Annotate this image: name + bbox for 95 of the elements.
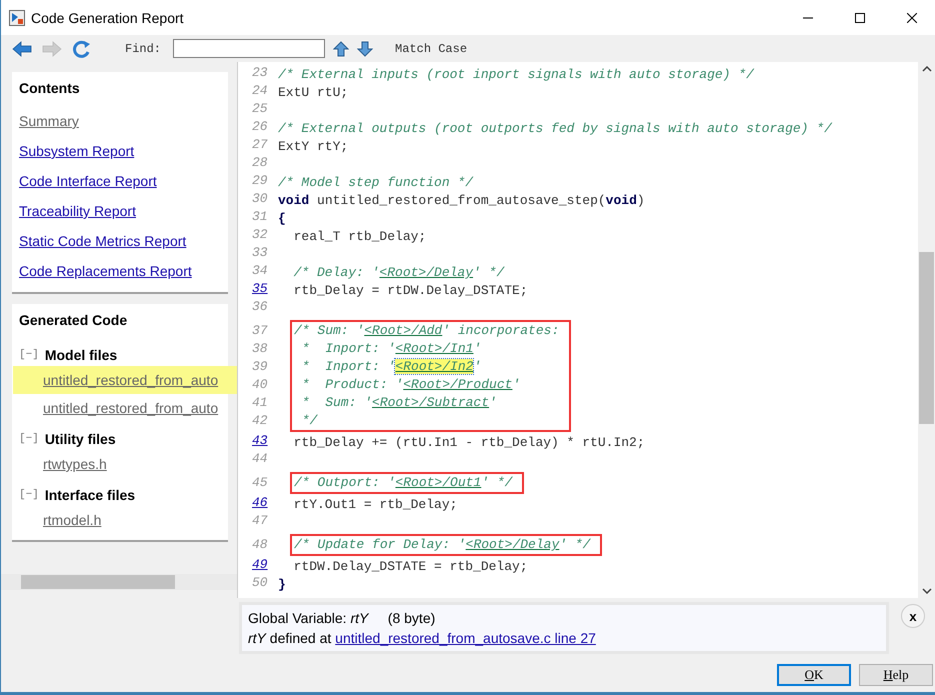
- line-number-link[interactable]: 43: [252, 432, 268, 450]
- find-label: Find:: [125, 42, 162, 56]
- code-line: * Product: '<Root>/Product': [300, 376, 520, 394]
- horizontal-scrollbar[interactable]: [1, 574, 237, 590]
- code-line: /* Sum: '<Root>/Add' incorporates:: [294, 322, 560, 340]
- collapse-toggle[interactable]: [−]: [19, 433, 39, 445]
- down-arrow-icon[interactable]: [357, 40, 374, 56]
- find-field[interactable]: [173, 39, 326, 58]
- scroll-down-icon[interactable]: [922, 588, 932, 594]
- line-number: 38: [252, 340, 268, 358]
- code-line: rtDW.Delay_DSTATE = rtb_Delay;: [292, 558, 528, 576]
- line-number: 44: [252, 450, 268, 468]
- block-link[interactable]: <Root>/In2: [395, 359, 474, 374]
- contents-link[interactable]: Static Code Metrics Report: [19, 226, 186, 256]
- code-line: * Sum: '<Root>/Subtract': [300, 394, 497, 412]
- code-line: */: [300, 412, 318, 430]
- line-number: 47: [252, 512, 268, 530]
- block-link[interactable]: <Root>/Delay: [466, 537, 560, 552]
- contents-link[interactable]: Code Replacements Report: [19, 256, 192, 286]
- line-number: 24: [252, 82, 268, 100]
- code-line: /* Outport: '<Root>/Out1' */: [294, 474, 512, 492]
- line-number: 40: [252, 376, 268, 394]
- block-link[interactable]: <Root>/Delay: [379, 265, 474, 280]
- block-link[interactable]: <Root>/Add: [364, 323, 442, 338]
- collapse-toggle[interactable]: [−]: [19, 349, 39, 361]
- code-line: * Inport: '<Root>/In2': [300, 358, 482, 376]
- code-line: {: [278, 210, 286, 228]
- line-number: 23: [252, 64, 268, 82]
- variable-heading: Global Variable: rtY (8 byte): [248, 609, 436, 628]
- block-link[interactable]: <Root>/In1: [395, 341, 474, 356]
- line-number-link[interactable]: 46: [252, 494, 268, 512]
- line-number: 48: [252, 536, 268, 554]
- collapse-toggle[interactable]: [−]: [19, 489, 39, 501]
- file-link[interactable]: rtmodel.h: [13, 506, 237, 534]
- line-number: 36: [252, 298, 268, 316]
- up-arrow-icon[interactable]: [333, 40, 350, 56]
- code-line: rtb_Delay = rtDW.Delay_DSTATE;: [292, 282, 528, 300]
- code-line: }: [278, 576, 286, 594]
- code-line: ExtU rtU;: [278, 84, 348, 102]
- line-number: 27: [252, 136, 268, 154]
- code-line: /* Update for Delay: '<Root>/Delay' */: [294, 536, 590, 554]
- line-number: 26: [252, 118, 268, 136]
- back-arrow-icon[interactable]: [11, 40, 33, 58]
- group-label: Model files: [44, 346, 118, 365]
- line-number: 30: [252, 190, 268, 208]
- code-line: /* Delay: '<Root>/Delay' */: [292, 264, 504, 282]
- line-number: 37: [252, 322, 268, 340]
- dialog-button[interactable]: Help: [859, 664, 933, 686]
- line-number: 50: [252, 574, 268, 592]
- code-line: rtb_Delay += (rtU.In1 - rtb_Delay) * rtU.In2;: [292, 434, 645, 452]
- group-label: Utility files: [44, 430, 116, 449]
- match-case-option[interactable]: Match Case: [395, 42, 468, 56]
- scroll-up-icon[interactable]: [922, 66, 932, 72]
- line-number: 45: [252, 474, 268, 492]
- code-line: /* External inputs (root inport signals with auto storage) */: [278, 66, 754, 84]
- contents-link[interactable]: Subsystem Report: [19, 136, 134, 166]
- contents-link[interactable]: Traceability Report: [19, 196, 136, 226]
- line-number-link[interactable]: 35: [252, 280, 268, 298]
- code-line: /* External outputs (root outports fed by signals with auto storage) */: [278, 120, 832, 138]
- line-number-link[interactable]: 49: [252, 556, 268, 574]
- dialog-button[interactable]: OK: [777, 664, 851, 686]
- line-number: 39: [252, 358, 268, 376]
- file-link[interactable]: untitled_restored_from_auto: [13, 394, 237, 422]
- app-icon: [9, 10, 25, 26]
- line-number: 29: [252, 172, 268, 190]
- line-number: 28: [252, 154, 268, 172]
- contents-link[interactable]: Summary: [19, 106, 79, 136]
- maximize-icon: [855, 12, 865, 22]
- definition-text: rtY defined at untitled_restored_from_autosave.c line 27: [248, 629, 597, 648]
- line-number: 34: [252, 262, 268, 280]
- code-line: /* Model step function */: [278, 174, 474, 192]
- line-number: 25: [252, 100, 268, 118]
- group-label: Interface files: [44, 486, 136, 505]
- block-link[interactable]: <Root>/Subtract: [372, 395, 490, 410]
- panel-title: Contents: [19, 79, 81, 98]
- code-line: real_T rtb_Delay;: [292, 228, 426, 246]
- file-link[interactable]: rtwtypes.h: [13, 450, 237, 478]
- block-link[interactable]: <Root>/Out1: [395, 475, 482, 490]
- line-number: 31: [252, 208, 268, 226]
- close-icon: [907, 12, 917, 22]
- close-button[interactable]: x: [901, 604, 925, 628]
- line-number: 33: [252, 244, 268, 262]
- line-number: 32: [252, 226, 268, 244]
- code-line: * Inport: '<Root>/In1': [300, 340, 482, 358]
- file-link[interactable]: untitled_restored_from_auto: [13, 366, 237, 394]
- panel-title: Generated Code: [19, 311, 128, 330]
- code-line: ExtY rtY;: [278, 138, 348, 156]
- line-number: 41: [252, 394, 268, 412]
- line-number: 42: [252, 412, 268, 430]
- code-line: rtY.Out1 = rtb_Delay;: [292, 496, 458, 514]
- block-link[interactable]: <Root>/Product: [403, 377, 512, 392]
- definition-link[interactable]: untitled_restored_from_autosave.c line 27: [335, 630, 596, 646]
- window-title: Code Generation Report: [31, 10, 185, 26]
- contents-link[interactable]: Code Interface Report: [19, 166, 157, 196]
- code-line: void untitled_restored_from_autosave_step(void): [278, 192, 645, 210]
